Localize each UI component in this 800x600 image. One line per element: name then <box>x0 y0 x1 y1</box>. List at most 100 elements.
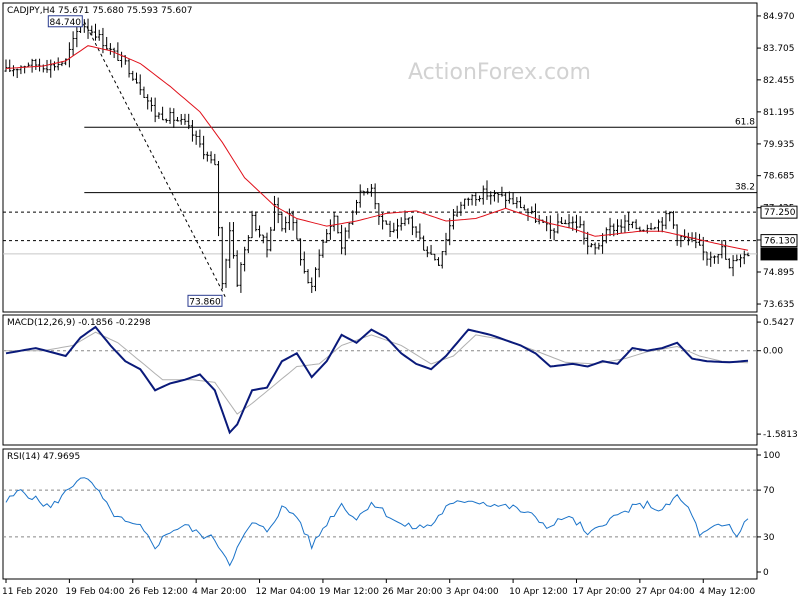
price-bar <box>64 58 68 66</box>
price-bar <box>466 197 470 206</box>
price-bar <box>328 219 332 240</box>
price-bar <box>586 231 590 255</box>
price-bar <box>433 253 437 261</box>
rsi-line <box>5 477 749 567</box>
price-bar <box>589 243 593 248</box>
price-bar <box>8 59 12 72</box>
price-bar <box>183 113 187 125</box>
price-bar <box>563 219 567 225</box>
price-bar <box>657 219 661 232</box>
price-bar <box>455 205 459 217</box>
time-tick-label: 26 Mar 20:00 <box>382 587 442 597</box>
price-bar <box>71 31 75 56</box>
price-bar <box>712 255 716 264</box>
price-bar <box>332 211 336 232</box>
callout-label-1: 73.860 <box>189 297 221 307</box>
rsi-tick-label: 0 <box>763 568 769 578</box>
price-bar <box>556 213 560 234</box>
price-bar <box>660 217 664 233</box>
price-bar <box>30 58 34 73</box>
price-bar <box>489 191 493 205</box>
price-bar <box>515 197 519 209</box>
price-bar <box>26 62 30 68</box>
price-bar <box>731 255 735 277</box>
price-bar <box>276 197 280 224</box>
rsi-panel <box>2 448 758 580</box>
price-bar <box>127 58 131 78</box>
price-bar <box>149 97 153 112</box>
price-bar <box>634 219 638 230</box>
price-bar <box>131 70 135 81</box>
price-bar <box>545 216 549 232</box>
price-bar <box>172 108 176 128</box>
price-bar <box>373 183 377 210</box>
price-bar <box>388 220 392 237</box>
price-bar <box>19 65 23 75</box>
price-bar <box>530 206 534 215</box>
price-bar <box>116 42 120 61</box>
time-tick-label: 26 Feb 12:00 <box>129 587 188 597</box>
macd-tick-label: -1.5813 <box>763 430 798 440</box>
price-bar <box>739 254 743 268</box>
moving-average-line <box>5 45 749 251</box>
price-bar <box>504 192 508 208</box>
price-bar <box>164 118 168 123</box>
price-bar <box>75 27 79 48</box>
price-tick-label: 82.455 <box>763 76 795 86</box>
price-bar <box>228 222 232 269</box>
price-bar <box>213 153 217 166</box>
price-bar <box>481 185 485 205</box>
price-bar <box>38 58 42 72</box>
time-tick-label: 4 May 12:00 <box>699 587 755 597</box>
price-bar <box>190 120 194 142</box>
price-bar <box>459 201 463 216</box>
price-bar <box>437 257 441 266</box>
price-bar <box>396 218 400 239</box>
axis-layer: 84.97083.70582.45581.19579.93578.68577.4… <box>2 12 798 597</box>
price-bar <box>246 235 250 254</box>
price-bar <box>217 161 221 237</box>
price-bar <box>668 211 672 222</box>
price-bar <box>97 29 101 41</box>
price-bar <box>120 51 124 68</box>
macd-tick-label: 0.00 <box>763 347 783 357</box>
price-bar <box>425 246 429 258</box>
price-layer: 61.8 38.2 84.740 73.860 <box>3 15 757 307</box>
price-bar <box>548 215 552 239</box>
price-bar <box>49 59 53 78</box>
price-bar <box>671 210 675 229</box>
price-bar <box>511 192 515 205</box>
price-level-tag-label-0: 77.250 <box>764 208 796 218</box>
rsi-tick-label: 100 <box>763 451 780 461</box>
price-bar <box>105 36 109 50</box>
price-bar <box>407 217 411 225</box>
macd-signal-line <box>6 331 749 415</box>
price-bar <box>485 180 489 200</box>
price-bar <box>683 229 687 241</box>
price-bar <box>377 203 381 225</box>
price-bar <box>608 217 612 237</box>
price-bar <box>209 151 213 164</box>
price-bar <box>533 203 537 223</box>
price-bar <box>560 217 564 225</box>
price-bar <box>302 251 306 274</box>
price-bar <box>470 194 474 206</box>
price-bar <box>724 241 728 260</box>
time-tick-label: 11 Feb 2020 <box>2 587 58 597</box>
price-bar <box>194 130 198 145</box>
trendline <box>83 21 227 299</box>
macd-tick-label: 0.5427 <box>763 318 795 328</box>
price-bar <box>358 184 362 208</box>
price-bar <box>250 210 254 239</box>
price-bar <box>463 198 467 210</box>
price-bar <box>138 74 142 95</box>
price-bar <box>261 234 265 244</box>
price-bar <box>86 18 90 39</box>
price-bar <box>627 212 631 232</box>
price-bar <box>418 223 422 240</box>
price-bar <box>146 94 150 110</box>
price-bar <box>593 242 597 255</box>
price-bar <box>11 65 15 77</box>
fib-label-0: 61.8 <box>735 117 755 127</box>
price-bar <box>422 235 426 251</box>
